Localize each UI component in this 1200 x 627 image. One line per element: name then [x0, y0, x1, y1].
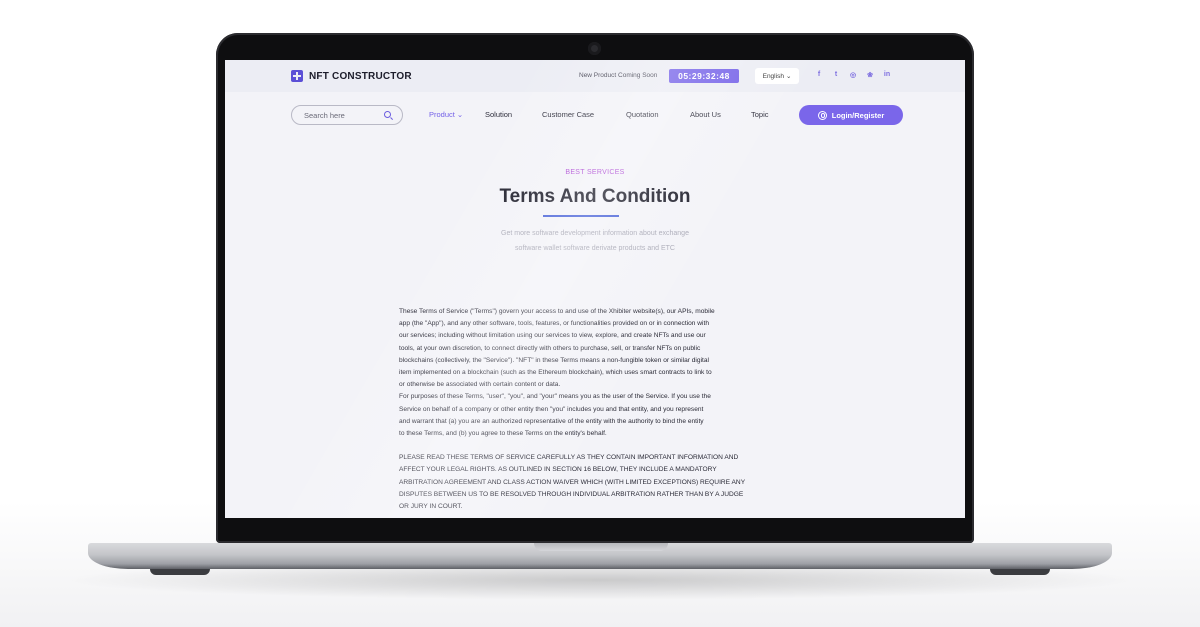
nav-item-about-us[interactable]: About Us	[690, 110, 721, 119]
terms-line: and warrant that (a) you are an authoriz…	[399, 417, 704, 425]
logo-icon	[291, 70, 303, 82]
nav-item-quotation[interactable]: Quotation	[626, 110, 659, 119]
top-bar: NFT CONSTRUCTOR New Product Coming Soon …	[225, 60, 965, 92]
subtitle-line: Get more software development informatio…	[501, 230, 689, 237]
terms-line: OR JURY IN COURT.	[399, 503, 463, 511]
terms-line: app (the "App"), and any other software,…	[399, 320, 710, 328]
terms-paragraph-2: PLEASE READ THESE TERMS OF SERVICE CAREF…	[399, 452, 799, 513]
dribbble-icon[interactable]: ❀	[866, 71, 874, 79]
nav-item-product[interactable]: Product ⌄	[429, 110, 463, 119]
logo-text: NFT CONSTRUCTOR	[309, 70, 412, 82]
facebook-icon[interactable]: f	[815, 71, 823, 79]
terms-line: DISPUTES BETWEEN US TO BE RESOLVED THROU…	[399, 490, 744, 498]
section-eyebrow: BEST SERVICES	[565, 169, 625, 176]
nav-item-topic[interactable]: Topic	[751, 110, 769, 119]
linkedin-icon[interactable]: in	[883, 71, 891, 79]
page-subtitle: Get more software development informatio…	[445, 226, 745, 256]
terms-line: or otherwise be associated with certain …	[399, 381, 561, 389]
terms-line: our services; including without limitati…	[399, 332, 706, 340]
search-icon[interactable]	[384, 111, 391, 118]
countdown-timer: 05:29:32:48	[669, 69, 739, 83]
laptop-screen: NFT CONSTRUCTOR New Product Coming Soon …	[225, 60, 965, 518]
terms-paragraph-1: These Terms of Service ("Terms") govern …	[399, 306, 799, 440]
main-nav: Search here Product ⌄ Solution Customer …	[225, 102, 965, 130]
terms-line: to these Terms, and (b) you agree to the…	[399, 430, 607, 438]
language-selector[interactable]: English ⌄	[755, 68, 799, 84]
terms-body: These Terms of Service ("Terms") govern …	[399, 306, 799, 513]
terms-line: AFFECT YOUR LEGAL RIGHTS. AS OUTLINED IN…	[399, 466, 717, 474]
chevron-down-icon: ⌄	[785, 73, 792, 80]
terms-line: item implemented on a blockchain (such a…	[399, 369, 712, 377]
nav-item-solution[interactable]: Solution	[485, 110, 512, 119]
camera-icon	[588, 42, 601, 55]
laptop-lid: NFT CONSTRUCTOR New Product Coming Soon …	[216, 33, 974, 543]
laptop-notch	[534, 543, 668, 551]
language-label: English	[762, 72, 784, 80]
twitter-icon[interactable]: t	[832, 71, 840, 79]
terms-line: blockchains (collectively, the "Service"…	[399, 356, 709, 364]
terms-line: ARBITRATION AGREEMENT AND CLASS ACTION W…	[399, 478, 746, 486]
terms-line: Service on behalf of a company or other …	[399, 405, 704, 413]
laptop-foot	[990, 569, 1050, 575]
search-input[interactable]: Search here	[291, 105, 403, 125]
nav-item-customer-case[interactable]: Customer Case	[542, 110, 594, 119]
search-placeholder: Search here	[304, 110, 345, 120]
laptop-foot	[150, 569, 210, 575]
logo[interactable]: NFT CONSTRUCTOR	[291, 70, 412, 82]
terms-line: tools, at your own discretion, to connec…	[399, 344, 701, 352]
laptop-base	[88, 543, 1112, 569]
user-icon	[817, 110, 827, 120]
instagram-icon[interactable]: ◎	[849, 71, 857, 79]
login-register-button[interactable]: Login/Register	[799, 105, 903, 125]
login-label: Login/Register	[831, 110, 885, 120]
social-links: f t ◎ ❀ in	[815, 71, 891, 79]
page-title: Terms And Condition	[499, 186, 691, 207]
terms-line: For purposes of these Terms, "user", "yo…	[399, 393, 711, 401]
subtitle-line: software wallet software derivate produc…	[515, 245, 675, 252]
terms-line: These Terms of Service ("Terms") govern …	[399, 308, 715, 315]
title-underline	[543, 215, 619, 217]
coming-soon-text: New Product Coming Soon	[579, 72, 658, 79]
terms-line: PLEASE READ THESE TERMS OF SERVICE CAREF…	[399, 454, 739, 462]
